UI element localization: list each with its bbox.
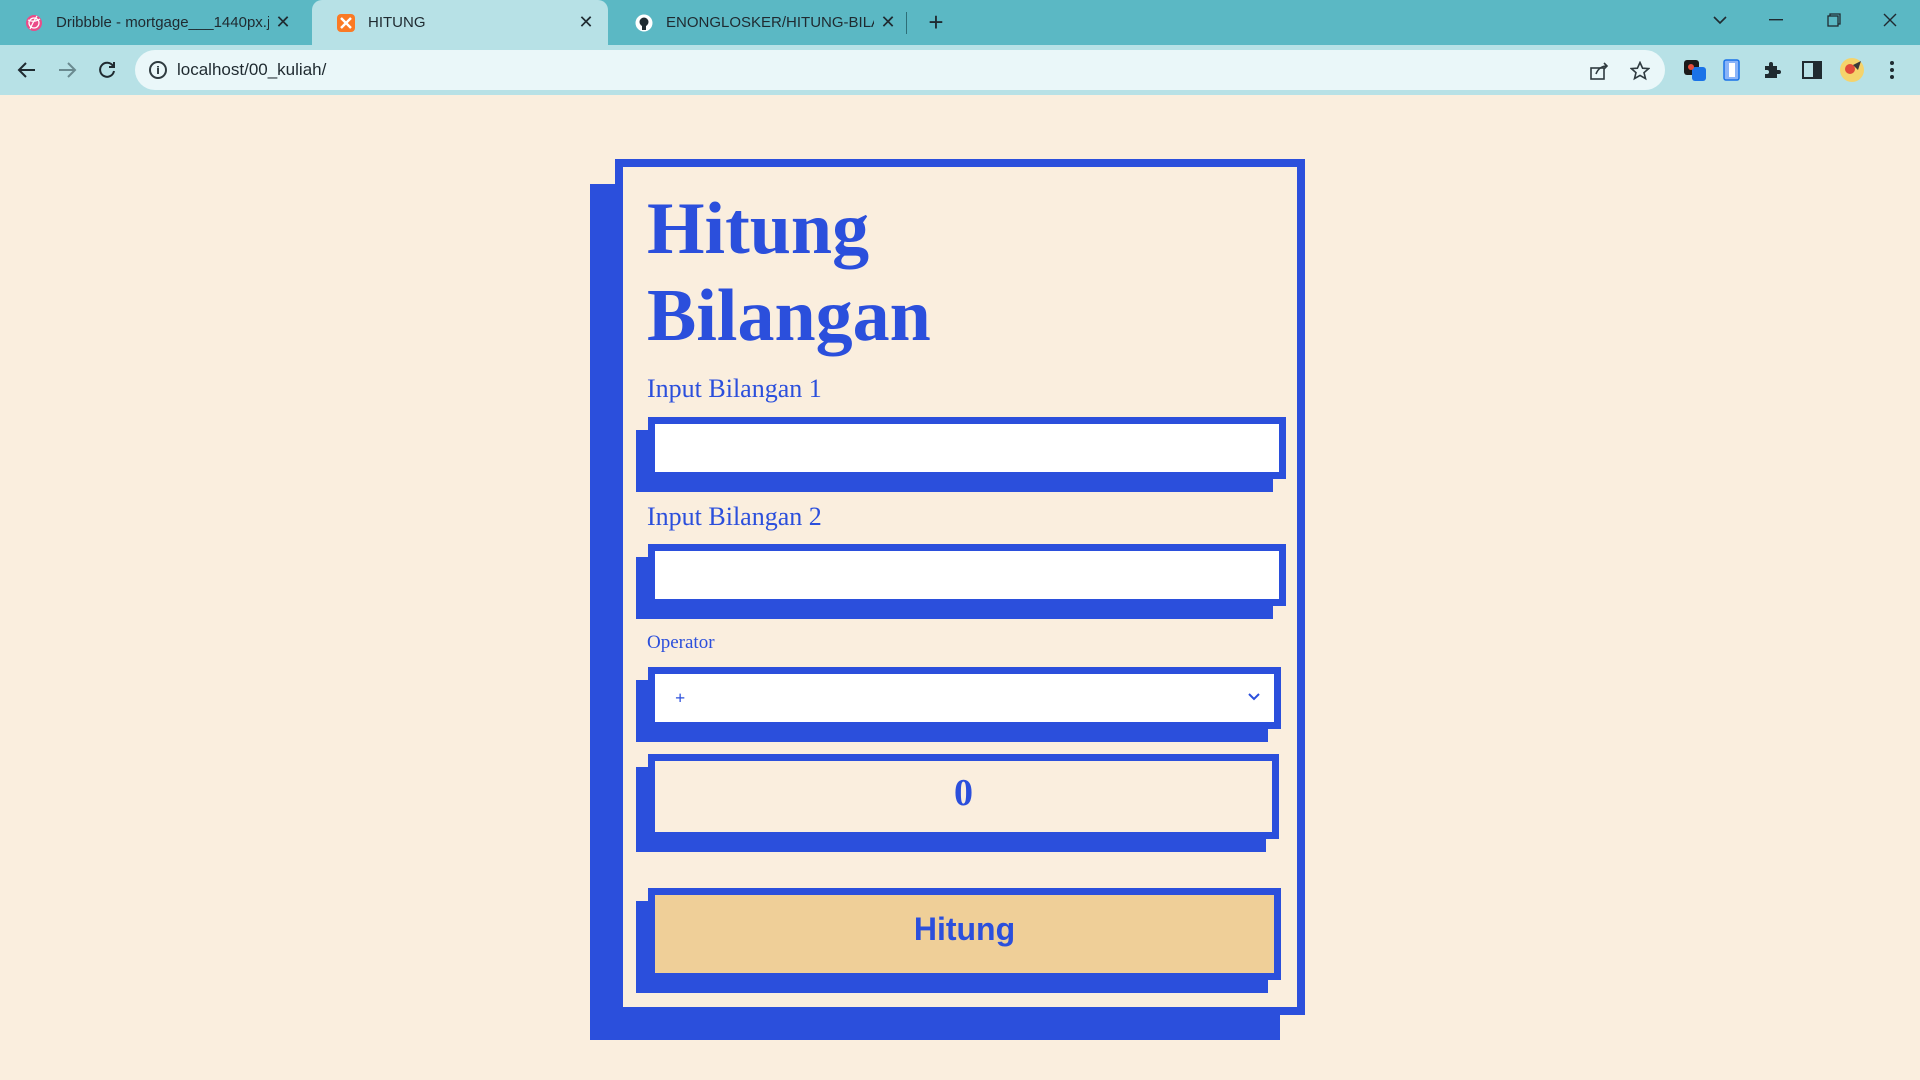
- page-title-line2: Bilangan: [647, 275, 931, 357]
- hitung-wrapper: Hitung: [636, 888, 1281, 993]
- bookmark-star-icon[interactable]: [1627, 58, 1653, 84]
- close-tab-icon[interactable]: ✕: [572, 9, 600, 37]
- github-icon: [634, 13, 654, 33]
- browser-tabstrip: Dribbble - mortgage___1440px.jpg ✕ HITUN…: [0, 0, 1920, 45]
- back-arrow-icon[interactable]: [10, 53, 44, 87]
- input2-label: Input Bilangan 2: [647, 502, 822, 531]
- extension-app-icon[interactable]: [1681, 56, 1709, 84]
- tab-title: ENONGLOSKER/HITUNG-BILANGAN: [666, 14, 874, 31]
- address-bar[interactable]: i localhost/00_kuliah/: [135, 50, 1665, 90]
- xampp-icon: [336, 13, 356, 33]
- input-bilangan-2-field[interactable]: [655, 551, 1279, 599]
- browser-tab-github[interactable]: ENONGLOSKER/HITUNG-BILANGAN ✕: [610, 0, 910, 45]
- input1-label: Input Bilangan 1: [647, 374, 822, 403]
- browser-toolbar: i localhost/00_kuliah/: [0, 45, 1920, 95]
- close-window-icon[interactable]: [1862, 0, 1918, 40]
- minimize-icon[interactable]: [1748, 0, 1804, 40]
- reload-icon[interactable]: [90, 53, 124, 87]
- site-info-icon[interactable]: i: [149, 61, 167, 79]
- address-url: localhost/00_kuliah/: [177, 60, 327, 79]
- extensions-puzzle-icon[interactable]: [1758, 56, 1786, 84]
- operator-label: Operator: [647, 632, 715, 653]
- side-panel-icon[interactable]: [1798, 56, 1826, 84]
- result-box: 0: [648, 754, 1279, 839]
- tab-divider: [906, 12, 907, 34]
- close-tab-icon[interactable]: ✕: [269, 9, 297, 37]
- tab-search-chevron-icon[interactable]: [1692, 0, 1748, 40]
- browser-tab-dribbble[interactable]: Dribbble - mortgage___1440px.jpg ✕: [0, 0, 305, 45]
- tab-title: Dribbble - mortgage___1440px.jpg: [56, 14, 269, 31]
- input1-box: [648, 417, 1286, 479]
- result-value: 0: [954, 772, 973, 814]
- forward-arrow-icon[interactable]: [50, 53, 84, 87]
- operator-wrapper: +: [636, 667, 1281, 742]
- input2-box: [648, 544, 1286, 606]
- operator-selected-value: +: [675, 688, 686, 708]
- page-title: Hitung Bilangan: [647, 186, 931, 360]
- extension-document-icon[interactable]: [1718, 56, 1746, 84]
- hitung-button-label: Hitung: [913, 911, 1016, 947]
- input2-wrapper: [636, 544, 1286, 619]
- dribbble-icon: [24, 13, 44, 33]
- hitung-button[interactable]: Hitung: [648, 888, 1281, 980]
- share-icon[interactable]: [1587, 58, 1613, 84]
- operator-select[interactable]: +: [648, 667, 1281, 729]
- close-tab-icon[interactable]: ✕: [874, 9, 902, 37]
- tab-title: HITUNG: [368, 14, 426, 31]
- restore-icon[interactable]: [1806, 0, 1862, 40]
- page-title-line1: Hitung: [647, 188, 870, 270]
- browser-menu-icon[interactable]: [1878, 56, 1906, 84]
- input-bilangan-1-field[interactable]: [655, 424, 1279, 472]
- new-tab-button[interactable]: +: [920, 6, 952, 38]
- input1-wrapper: [636, 417, 1286, 492]
- browser-tab-hitung[interactable]: HITUNG ✕: [312, 0, 608, 45]
- profile-avatar-icon[interactable]: [1838, 56, 1866, 84]
- result-wrapper: 0: [636, 754, 1279, 852]
- chevron-down-icon: [1244, 686, 1264, 706]
